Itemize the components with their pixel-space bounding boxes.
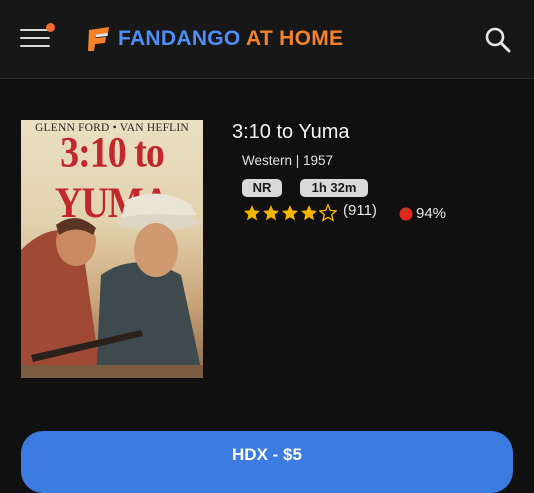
star-filled-icon xyxy=(263,205,279,221)
notification-dot-icon xyxy=(46,23,55,32)
poster-illustration xyxy=(21,193,203,378)
movie-poster[interactable]: GLENN FORD • VAN HEFLIN 3:10 to YUMA xyxy=(21,120,203,378)
rating-count: (911) xyxy=(343,202,377,219)
fandango-logo[interactable]: FANDANGO AT HOME xyxy=(86,25,343,53)
star-rating[interactable] xyxy=(243,204,338,222)
star-filled-icon xyxy=(244,205,260,221)
search-button[interactable] xyxy=(484,26,512,54)
menu-button[interactable] xyxy=(20,23,55,50)
movie-title: 3:10 to Yuma xyxy=(232,121,350,143)
search-icon xyxy=(485,27,511,53)
runtime-badge: 1h 32m xyxy=(300,179,368,197)
tomatometer-score: 94% xyxy=(416,205,447,222)
tomato-icon xyxy=(399,207,413,221)
star-empty-icon xyxy=(319,204,337,222)
logo-word-at-home: AT HOME xyxy=(245,27,344,50)
mpaa-rating-badge: NR xyxy=(242,179,282,197)
star-filled-icon xyxy=(301,205,317,221)
logo-wordmark: FANDANGO AT HOME xyxy=(118,27,343,51)
fandango-logo-icon xyxy=(86,26,112,52)
logo-word-fandango: FANDANGO xyxy=(118,27,241,50)
star-filled-icon xyxy=(282,205,298,221)
app-header: FANDANGO AT HOME xyxy=(0,0,534,79)
movie-genre-year: Western | 1957 xyxy=(242,153,334,168)
hdx-purchase-button[interactable]: HDX - $5 xyxy=(21,431,513,493)
